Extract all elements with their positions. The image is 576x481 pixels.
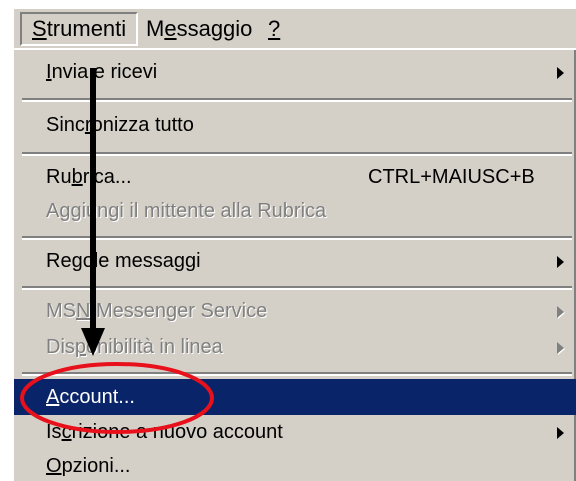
menu-label-accel: ? — [268, 16, 281, 41]
item-label-accel: g — [59, 200, 71, 222]
menu-label-post: trumenti — [46, 16, 127, 41]
item-label-post: ole messaggi — [82, 250, 201, 272]
item-label-pre: MS — [46, 300, 76, 322]
submenu-arrow-icon — [557, 67, 564, 79]
menu-item-iscrizione-nuovo-account[interactable]: Iscrizione a nuovo account — [14, 414, 576, 450]
menu-label-post: ssaggio — [176, 16, 253, 41]
item-label-accel: b — [71, 166, 83, 188]
item-label-pre: Ru — [46, 166, 72, 188]
item-label-pre: Re — [46, 250, 72, 272]
item-label-accel: N — [76, 300, 91, 322]
menu-item-msn-messenger-service: MSN Messenger Service — [14, 293, 576, 329]
item-label-pre: Is — [46, 421, 62, 443]
menu-item-aggiungi-mittente: Aggiungi il mittente alla Rubrica — [14, 193, 576, 229]
menu-item-sincronizza-tutto[interactable]: Sincronizza tutto — [14, 107, 576, 143]
menu-separator — [22, 372, 572, 376]
item-label-post: giungi il mittente alla Rubrica — [70, 200, 327, 222]
item-label-post: Messenger Service — [90, 300, 268, 322]
item-label-post: onizza tutto — [91, 114, 194, 136]
menu-bar: Strumenti Messaggio ? — [14, 8, 576, 49]
menu-strumenti[interactable]: Strumenti — [20, 12, 139, 46]
item-label-post: pzioni... — [61, 455, 131, 477]
menu-label-accel: S — [32, 16, 47, 41]
item-label-accel: O — [46, 455, 62, 477]
item-label-accel: p — [74, 336, 87, 358]
item-label-accel: A — [46, 386, 60, 408]
menu-separator — [22, 98, 572, 102]
item-label-post: nvia e ricevi — [51, 61, 158, 83]
shortcut-label: CTRL+MAIUSC+B — [368, 166, 535, 188]
menu-separator — [22, 152, 572, 156]
screenshot-stage: Strumenti Messaggio ? Invia e ricevi Sin… — [0, 0, 576, 481]
menu-separator — [22, 236, 572, 240]
menu-item-account[interactable]: Account... — [14, 379, 576, 415]
item-label-post: ccount... — [59, 386, 135, 408]
strumenti-dropdown: Invia e ricevi Sincronizza tutto Rubrica… — [12, 48, 576, 481]
menu-item-rubrica[interactable]: Rubrica... CTRL+MAIUSC+B — [14, 159, 576, 195]
menu-help[interactable]: ? — [258, 12, 290, 46]
submenu-arrow-icon — [557, 427, 564, 439]
item-label-accel: c — [61, 421, 72, 443]
menu-label-pre: M — [146, 16, 165, 41]
item-label-pre: Sinc — [46, 114, 85, 136]
item-label-post: onibilità in linea — [86, 336, 223, 358]
item-label-accel: g — [71, 250, 83, 272]
menu-separator — [22, 286, 572, 290]
item-label-pre: Dis — [46, 336, 75, 358]
submenu-arrow-icon — [557, 306, 564, 318]
menu-item-regole-messaggi[interactable]: Regole messaggi — [14, 243, 576, 279]
menu-item-invia-e-ricevi[interactable]: Invia e ricevi — [14, 54, 576, 90]
submenu-arrow-icon — [557, 256, 564, 268]
item-label-accel: r — [84, 114, 92, 136]
menu-item-disponibilita-in-linea: Disponibilità in linea — [14, 329, 576, 365]
menu-item-opzioni[interactable]: Opzioni... — [14, 448, 576, 481]
menu-label-accel: e — [164, 16, 177, 41]
item-label-post: rizione a nuovo account — [71, 421, 283, 443]
item-label-pre: A — [46, 200, 60, 222]
menu-messaggio[interactable]: Messaggio — [136, 12, 262, 46]
submenu-arrow-icon — [557, 342, 564, 354]
item-label-post: rica... — [82, 166, 132, 188]
